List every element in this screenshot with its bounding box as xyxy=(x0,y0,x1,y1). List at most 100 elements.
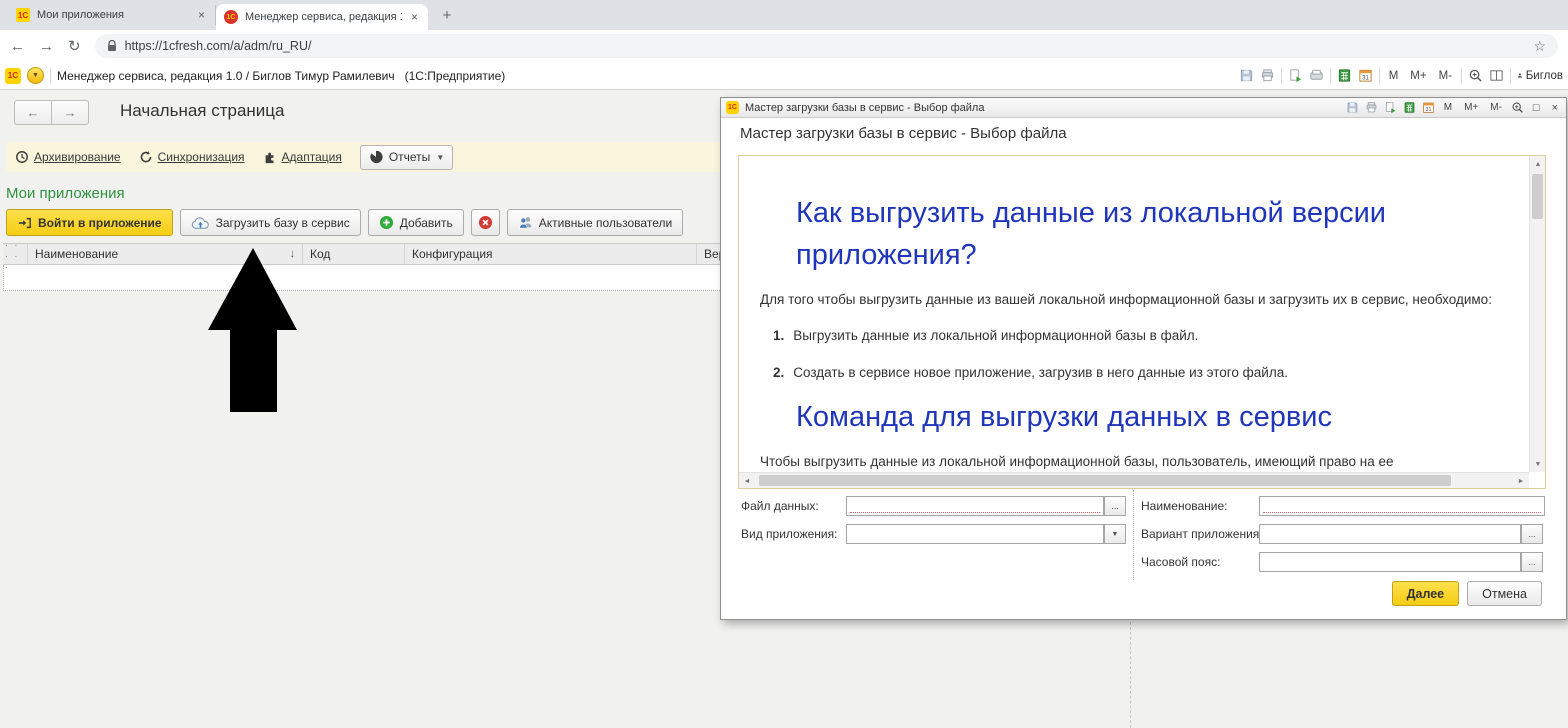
timezone-field[interactable] xyxy=(1259,552,1521,572)
app-variant-input[interactable] xyxy=(1260,525,1520,543)
print-icon[interactable] xyxy=(1365,101,1378,114)
separator xyxy=(50,67,51,84)
next-button[interactable]: Далее xyxy=(1391,581,1460,606)
scroll-right-icon[interactable]: ► xyxy=(1513,473,1529,488)
main-menu-button[interactable]: ▼ xyxy=(27,67,44,84)
sync-link[interactable]: Синхронизация xyxy=(158,150,245,164)
horizontal-scroll-thumb[interactable] xyxy=(759,475,1451,486)
help-heading-1: Как выгрузить данные из локальной версии… xyxy=(796,197,1386,271)
tab-my-apps[interactable]: 1С Мои приложения × xyxy=(8,5,216,25)
timezone-label: Часовой пояс: xyxy=(1141,555,1221,569)
sync-link-item[interactable]: Синхронизация xyxy=(139,150,245,164)
horizontal-scrollbar[interactable]: ◄ ► xyxy=(739,472,1529,488)
close-tab-icon[interactable]: × xyxy=(409,10,420,24)
clock-icon xyxy=(16,151,28,163)
memory-plus-button[interactable]: M+ xyxy=(1461,102,1481,113)
dialog-window-title: Мастер загрузки базы в сервис - Выбор фа… xyxy=(745,101,985,114)
calculator-icon[interactable] xyxy=(1337,68,1352,83)
memory-minus-button[interactable]: M- xyxy=(1487,102,1505,113)
help-paragraph-2: Чтобы выгрузить данные из локальной инфо… xyxy=(760,454,1394,469)
url-omnibox[interactable]: https://1cfresh.com/a/adm/ru_RU/ ☆ xyxy=(94,34,1558,58)
1c-favicon: 1С xyxy=(224,10,238,24)
calculator-icon[interactable] xyxy=(1403,101,1416,114)
separator xyxy=(1329,67,1331,84)
export-file-icon[interactable] xyxy=(1288,68,1303,83)
new-tab-button[interactable]: + xyxy=(434,2,460,28)
zoom-icon[interactable] xyxy=(1468,68,1483,83)
column-header-code[interactable]: Код xyxy=(303,244,405,264)
data-file-browse-button[interactable]: ... xyxy=(1104,496,1126,516)
browser-back-icon[interactable]: ← xyxy=(10,38,25,55)
data-file-field[interactable] xyxy=(846,496,1104,516)
scroll-left-icon[interactable]: ◄ xyxy=(739,473,755,488)
plus-circle-icon xyxy=(379,215,393,230)
required-marker xyxy=(1263,512,1541,513)
zoom-icon[interactable] xyxy=(1511,101,1524,114)
1c-favicon: 1С xyxy=(16,8,30,22)
app-kind-input[interactable] xyxy=(847,525,1103,543)
separator xyxy=(1461,67,1462,84)
app-variant-browse-button[interactable]: ... xyxy=(1521,524,1543,544)
scroll-up-icon[interactable]: ▲ xyxy=(1530,156,1545,172)
help-heading-2: Команда для выгрузки данных в сервис xyxy=(796,401,1332,433)
lock-icon xyxy=(107,40,117,52)
upload-database-button[interactable]: Загрузить базу в сервис xyxy=(179,209,361,236)
cloud-upload-icon xyxy=(191,216,209,229)
app-kind-dropdown-button[interactable]: ▼ xyxy=(1104,524,1126,544)
close-tab-icon[interactable]: × xyxy=(196,8,207,22)
adaptation-link-item[interactable]: Адаптация xyxy=(263,150,342,164)
reports-dropdown-button[interactable]: Отчеты ▼ xyxy=(359,144,454,170)
maximize-icon[interactable]: □ xyxy=(1530,102,1543,114)
memory-button[interactable]: M xyxy=(1441,102,1455,113)
apps-toolbar: Войти в приложение Загрузить базу в серв… xyxy=(6,209,684,236)
dialog-title-bar[interactable]: 1С Мастер загрузки базы в сервис - Выбор… xyxy=(721,98,1566,118)
scroll-down-icon[interactable]: ▼ xyxy=(1530,456,1545,472)
help-scroll-area[interactable]: Как выгрузить данные из локальной версии… xyxy=(739,156,1529,472)
app-kind-field[interactable] xyxy=(846,524,1104,544)
print-icon[interactable] xyxy=(1260,68,1275,83)
name-field[interactable] xyxy=(1259,496,1545,516)
1c-logo: 1С xyxy=(726,101,739,114)
column-header-configuration[interactable]: Конфигурация xyxy=(405,244,697,264)
upload-wizard-dialog: 1С Мастер загрузки базы в сервис - Выбор… xyxy=(720,97,1567,620)
current-user-button[interactable]: Биглов xyxy=(1517,69,1563,82)
vertical-scrollbar[interactable]: ▲ ▼ xyxy=(1529,156,1545,472)
app-variant-field[interactable] xyxy=(1259,524,1521,544)
browser-reload-icon[interactable]: ↻ xyxy=(68,37,81,55)
app-kind-label: Вид приложения: xyxy=(741,527,838,541)
calendar-icon[interactable]: 31 xyxy=(1422,101,1435,114)
nav-forward-button[interactable]: → xyxy=(52,100,89,125)
puzzle-icon xyxy=(265,152,274,164)
separator xyxy=(1510,67,1511,84)
export-file-icon[interactable] xyxy=(1384,101,1397,114)
tab-service-manager[interactable]: 1С Менеджер сервиса, редакция 1 × xyxy=(216,4,428,30)
active-users-button[interactable]: Активные пользователи xyxy=(506,209,684,236)
enter-application-button[interactable]: Войти в приложение xyxy=(6,209,173,236)
add-button[interactable]: Добавить xyxy=(367,209,464,236)
calendar-icon[interactable]: 31 xyxy=(1358,68,1373,83)
help-step-2: 2. Создать в сервисе новое приложение, з… xyxy=(773,365,1288,380)
bookmark-star-icon[interactable]: ☆ xyxy=(1533,38,1546,55)
vertical-scroll-thumb[interactable] xyxy=(1532,174,1543,219)
upload-pointer-arrow xyxy=(208,248,297,412)
split-window-icon[interactable] xyxy=(1489,68,1504,83)
close-icon[interactable]: × xyxy=(1549,102,1561,114)
svg-text:31: 31 xyxy=(1425,107,1431,113)
send-file-icon[interactable] xyxy=(1309,68,1324,83)
adaptation-link[interactable]: Адаптация xyxy=(282,150,342,164)
browser-forward-icon[interactable]: → xyxy=(39,38,54,55)
save-icon[interactable] xyxy=(1239,68,1254,83)
timezone-browse-button[interactable]: ... xyxy=(1521,552,1543,572)
nav-back-button[interactable]: ← xyxy=(14,100,52,125)
timezone-input[interactable] xyxy=(1260,553,1520,571)
cancel-button[interactable]: Отмена xyxy=(1467,581,1542,606)
memory-plus-button[interactable]: M+ xyxy=(1407,70,1429,82)
archive-link-item[interactable]: Архивирование xyxy=(15,150,121,164)
column-header-marker[interactable]: . . . . . xyxy=(3,238,28,271)
memory-minus-button[interactable]: M- xyxy=(1436,70,1455,82)
button-label: Войти в приложение xyxy=(38,215,162,230)
archive-link[interactable]: Архивирование xyxy=(34,150,121,164)
memory-button[interactable]: M xyxy=(1386,70,1402,82)
save-icon[interactable] xyxy=(1346,101,1359,114)
delete-button[interactable] xyxy=(470,209,500,236)
